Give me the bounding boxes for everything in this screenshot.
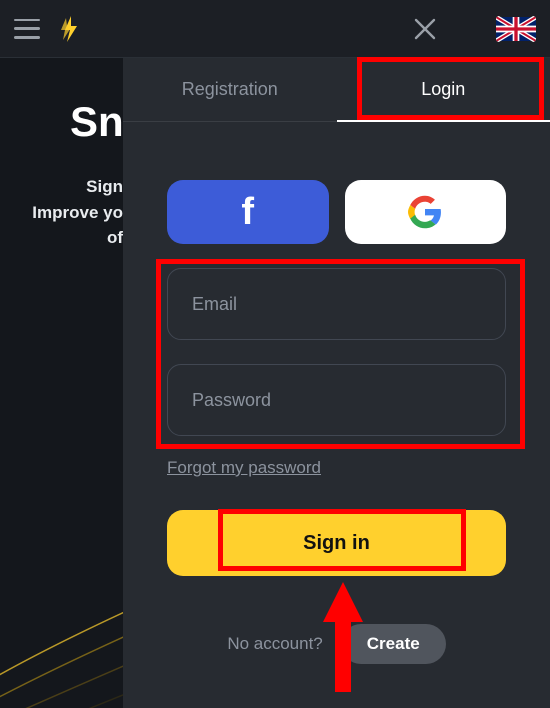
google-login-button[interactable] (345, 180, 507, 244)
tab-registration[interactable]: Registration (123, 58, 337, 122)
close-icon[interactable] (414, 18, 436, 40)
signin-button[interactable]: Sign in (167, 510, 506, 576)
social-login-row: f (123, 122, 550, 244)
auth-panel: Registration Login f Forgot my password … (123, 58, 550, 708)
forgot-password-link[interactable]: Forgot my password (123, 436, 550, 478)
brand-logo[interactable] (58, 14, 84, 44)
email-field[interactable] (167, 268, 506, 340)
facebook-login-button[interactable]: f (167, 180, 329, 244)
page-title-fragment: Sn (0, 98, 123, 146)
create-account-row: No account? Create (123, 576, 550, 664)
password-field[interactable] (167, 364, 506, 436)
topbar (0, 0, 550, 58)
tab-login[interactable]: Login (337, 58, 550, 122)
lightning-icon (58, 14, 84, 44)
menu-icon[interactable] (14, 19, 40, 39)
login-form (123, 244, 550, 436)
background-content: Sn Sign Improve yo of (0, 58, 123, 708)
no-account-label: No account? (227, 634, 322, 654)
auth-tabs: Registration Login (123, 58, 550, 122)
create-account-button[interactable]: Create (341, 624, 446, 664)
tagline-fragment: Sign Improve yo of (0, 146, 123, 251)
language-flag-uk[interactable] (496, 16, 536, 42)
google-icon (408, 195, 442, 229)
facebook-icon: f (241, 191, 254, 234)
decorative-lines (0, 508, 123, 708)
